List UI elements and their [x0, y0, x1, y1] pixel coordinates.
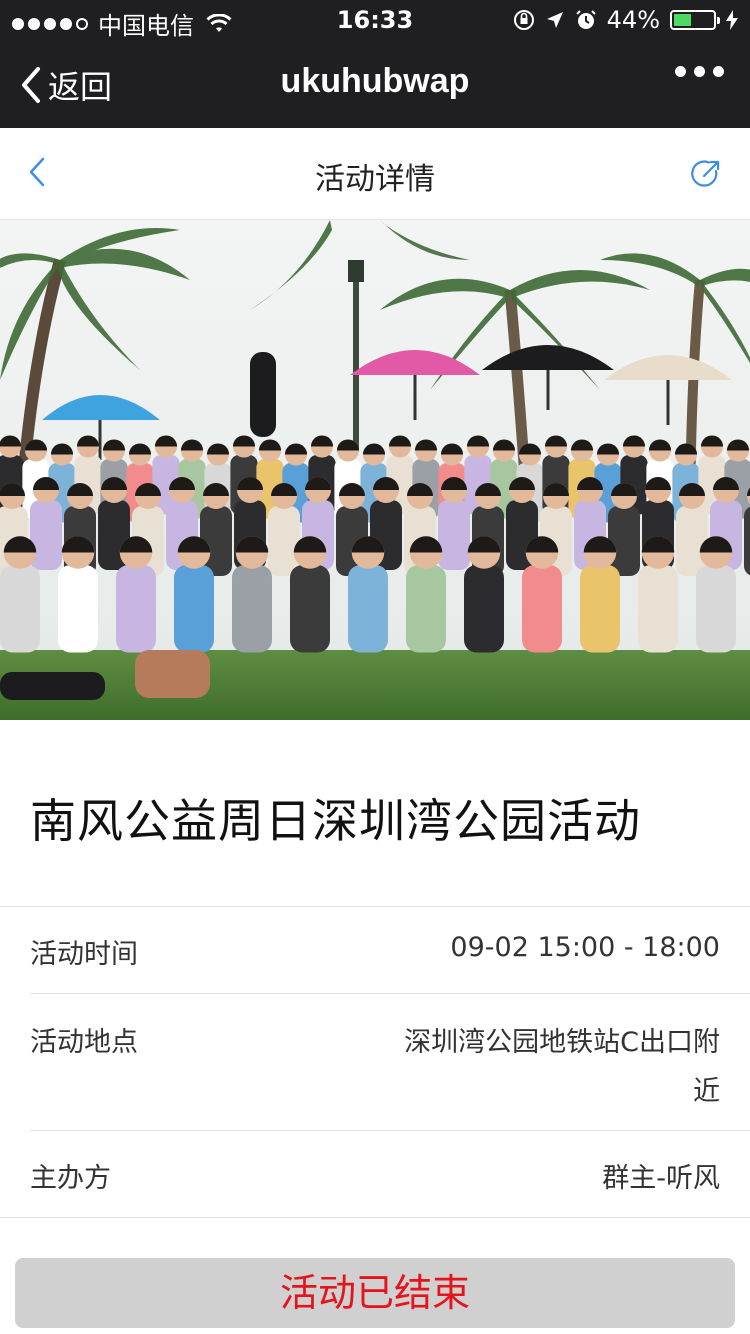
event-location-value-line1: 深圳湾公园地铁站C出口附: [404, 1027, 720, 1058]
divider: [0, 1217, 750, 1218]
event-location-label: 活动地点: [30, 1027, 138, 1058]
charging-icon: [726, 10, 738, 30]
divider: [30, 993, 750, 994]
page-header: 活动详情: [0, 128, 750, 220]
alarm-icon: [575, 10, 596, 29]
wechat-navbar: 返回 ukuhubwap: [0, 40, 750, 128]
event-ended-button[interactable]: 活动已结束: [15, 1258, 735, 1328]
share-button[interactable]: [690, 158, 722, 194]
more-dot-icon: [713, 66, 724, 77]
event-location-value-line2: 近: [693, 1076, 720, 1107]
status-bar: 中国电信 16:33 44%: [0, 0, 750, 40]
organizer-value: 群主-听风: [602, 1163, 720, 1194]
battery-percent: 44%: [606, 6, 660, 34]
rotation-lock-icon: [513, 10, 534, 30]
share-icon: [691, 160, 720, 187]
location-icon: [546, 12, 563, 28]
navbar-title: ukuhubwap: [280, 62, 470, 100]
group-photo-image: [0, 220, 750, 720]
more-dot-icon: [675, 66, 686, 77]
event-time-value: 09-02 15:00 - 18:00: [450, 932, 720, 963]
more-dot-icon: [694, 66, 705, 77]
event-title: 南风公益周日深圳湾公园活动: [30, 794, 641, 848]
divider: [30, 1130, 750, 1131]
event-cover-photo: [0, 220, 750, 720]
status-right: 44%: [513, 6, 738, 34]
battery-icon: [670, 10, 720, 30]
divider: [0, 906, 750, 907]
page-title: 活动详情: [315, 162, 435, 197]
more-menu-button[interactable]: [675, 66, 724, 77]
organizer-label: 主办方: [30, 1163, 111, 1194]
event-time-label: 活动时间: [30, 939, 138, 970]
